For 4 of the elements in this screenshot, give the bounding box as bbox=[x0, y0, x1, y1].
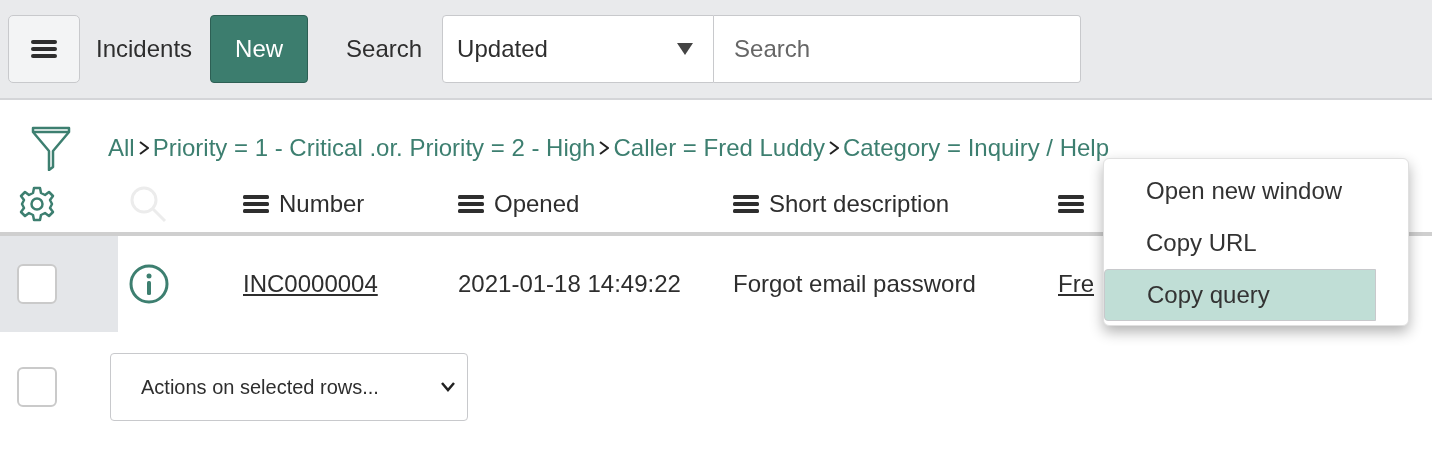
list-title: Incidents bbox=[96, 35, 193, 63]
search-label: Search bbox=[346, 35, 423, 63]
table-cell: 2021-01-18 14:49:22 bbox=[458, 270, 681, 297]
table-cell: Forgot email password bbox=[733, 270, 976, 297]
